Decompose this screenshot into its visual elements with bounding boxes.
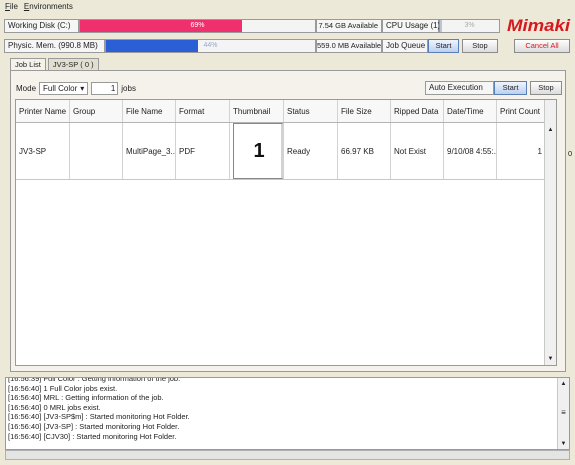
log-line: [16:56:40] [JV3-SP$m] : Started monitori…	[8, 412, 190, 422]
cell-file-name: MultiPage_3...	[123, 123, 176, 179]
cell-thumbnail: 1	[230, 123, 284, 179]
log-line: [16:56:40] 1 Full Color jobs exist.	[8, 383, 118, 393]
working-disk-percent: 69%	[190, 22, 205, 29]
working-disk-label: Working Disk (C:)	[4, 19, 79, 33]
chevron-down-icon: ▾	[80, 84, 85, 93]
log-panel: [16:56:39] Full Color : Getting informat…	[5, 377, 570, 450]
scroll-thumb-icon[interactable]: ≡	[558, 408, 569, 417]
column-group[interactable]: Group	[70, 100, 123, 122]
column-thumbnail[interactable]: Thumbnail	[230, 100, 284, 122]
working-disk-meter: 69%	[79, 19, 316, 33]
cpu-usage-label: CPU Usage (1)	[382, 19, 440, 33]
job-queue-label: Job Queue	[382, 39, 428, 53]
cell-date-time: 9/10/08 4:55:...	[444, 123, 497, 179]
scroll-up-icon[interactable]: ▲	[545, 125, 556, 136]
physical-memory-meter: 44%	[105, 39, 316, 53]
physical-memory-label: Physic. Mem. (990.8 MB)	[4, 39, 105, 53]
mimaki-logo: Mimaki	[507, 16, 571, 34]
column-ripped-data[interactable]: Ripped Data	[391, 100, 444, 122]
job-table: Printer Name Group File Name Format Thum…	[15, 99, 557, 366]
cell-file-size: 66.97 KB	[338, 123, 391, 179]
mode-select[interactable]: Full Color ▾	[39, 82, 89, 95]
physical-memory-percent: 44%	[203, 42, 218, 49]
log-lines: [16:56:39] Full Color : Getting informat…	[8, 377, 555, 441]
horizontal-scrollbar[interactable]	[5, 450, 570, 460]
mode-select-value: Full Color	[43, 84, 78, 93]
jobs-label: jobs	[121, 84, 136, 93]
mode-controls: Mode Full Color ▾ 1 jobs	[16, 82, 136, 95]
table-vertical-scrollbar[interactable]: ▲ ▼	[544, 100, 556, 365]
auto-execution-label: Auto Execution	[425, 81, 494, 95]
tab-jv3-sp[interactable]: JV3-SP ( 0 )	[47, 58, 99, 70]
table-row[interactable]: JV3-SP MultiPage_3... PDF 1 Ready 66.97 …	[16, 123, 546, 180]
cell-print-count: 1	[497, 123, 546, 179]
log-line: [16:56:40] 0 MRL jobs exist.	[8, 402, 101, 412]
column-print-count[interactable]: Print Count	[497, 100, 546, 122]
cpu-usage-percent: 3%	[464, 22, 475, 29]
log-line: [16:56:39] Full Color : Getting informat…	[8, 377, 181, 383]
scroll-down-icon[interactable]: ▼	[545, 354, 556, 365]
log-vertical-scrollbar[interactable]: ▲ ≡ ▼	[557, 378, 569, 449]
menu-environments[interactable]: Environments	[24, 2, 73, 11]
scroll-up-icon[interactable]: ▲	[558, 381, 569, 387]
job-queue-stop-button[interactable]: Stop	[462, 39, 498, 53]
cancel-all-button[interactable]: Cancel All	[514, 39, 570, 53]
log-line: [16:56:40] [JV3-SP] : Started monitoring…	[8, 421, 180, 431]
column-printer-name[interactable]: Printer Name	[16, 100, 70, 122]
column-file-size[interactable]: File Size	[338, 100, 391, 122]
jobs-count-field[interactable]: 1	[91, 82, 119, 95]
cpu-usage-meter: 3%	[439, 19, 500, 33]
auto-execution-start-button[interactable]: Start	[494, 81, 527, 95]
thumbnail-image: 1	[233, 123, 283, 179]
column-format[interactable]: Format	[176, 100, 230, 122]
scroll-down-icon[interactable]: ▼	[558, 441, 569, 447]
thumbnail-page-number: 1	[234, 124, 282, 178]
job-queue-start-button[interactable]: Start	[428, 39, 459, 53]
menu-file[interactable]: File	[5, 2, 18, 11]
extra-count: 0	[568, 149, 573, 158]
job-list-panel: Mode Full Color ▾ 1 jobs Auto Execution …	[10, 70, 572, 372]
cell-status: Ready	[284, 123, 338, 179]
mode-label: Mode	[16, 84, 37, 93]
cell-printer-name: JV3-SP	[16, 123, 70, 179]
svg-text:Mimaki: Mimaki	[507, 16, 571, 34]
working-disk-available: 7.54 GB Available	[316, 19, 382, 33]
physical-memory-available: 559.0 MB Available	[316, 39, 382, 53]
menu-bar: File Environments	[0, 0, 575, 12]
cell-format: PDF	[176, 123, 230, 179]
log-line: [16:56:40] MRL : Getting information of …	[8, 393, 164, 403]
auto-execution-stop-button[interactable]: Stop	[530, 81, 562, 95]
job-table-header: Printer Name Group File Name Format Thum…	[16, 100, 546, 123]
cell-ripped-data: Not Exist	[391, 123, 444, 179]
cell-group	[70, 123, 123, 179]
log-line: [16:56:40] [CJV30] : Started monitoring …	[8, 431, 177, 441]
column-file-name[interactable]: File Name	[123, 100, 176, 122]
column-date-time[interactable]: Date/Time	[444, 100, 497, 122]
column-status[interactable]: Status	[284, 100, 338, 122]
